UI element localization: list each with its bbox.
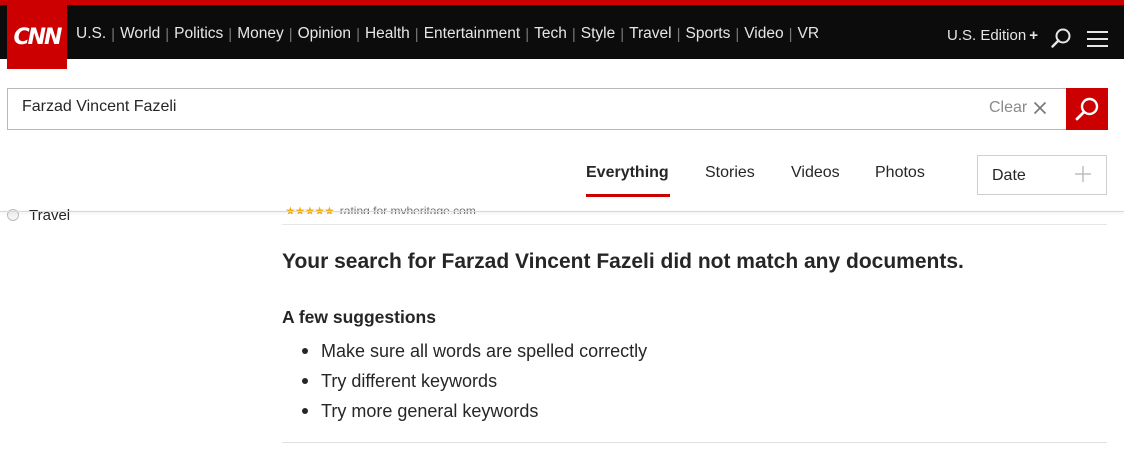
sort-date-dropdown[interactable]: Date [977, 155, 1107, 195]
divider [282, 442, 1107, 443]
nav-item-style[interactable]: Style [581, 25, 615, 43]
bullet-icon [302, 408, 308, 414]
nav-item-travel[interactable]: Travel [629, 25, 672, 43]
result-type-tabs: Everything Stories Videos Photos [0, 164, 1124, 204]
no-results-heading: Your search for Farzad Vincent Fazeli di… [282, 250, 964, 273]
tab-stories[interactable]: Stories [705, 164, 755, 182]
search-icon[interactable] [1050, 27, 1072, 49]
logo-text: CNN [13, 24, 63, 50]
nav-item-opinion[interactable]: Opinion [298, 25, 351, 43]
divider [282, 224, 1107, 225]
suggestion-text: Try more general keywords [321, 400, 539, 421]
nav-item-video[interactable]: Video [744, 25, 783, 43]
suggestion-text: Make sure all words are spelled correctl… [321, 340, 648, 361]
nav-item-sports[interactable]: Sports [686, 25, 731, 43]
edition-label: U.S. Edition [947, 27, 1027, 44]
nav-item-tech[interactable]: Tech [534, 25, 567, 43]
close-icon [1034, 101, 1047, 115]
nav-separator: | [735, 25, 740, 43]
previous-result-snippet: ★★★★★ rating for myheritage.com [285, 204, 476, 214]
nav-separator: | [288, 25, 293, 43]
nav-separator: | [676, 25, 681, 43]
nav-separator: | [165, 25, 170, 43]
nav-separator: | [525, 25, 530, 43]
suggestions-title: A few suggestions [282, 307, 436, 327]
nav-item-world[interactable]: World [120, 25, 160, 43]
sort-date-label: Date [992, 167, 1026, 184]
header-divider [0, 211, 1124, 212]
nav-separator: | [620, 25, 625, 43]
nav-item-us[interactable]: U.S. [76, 25, 106, 43]
search-icon [1075, 97, 1099, 121]
nav-separator: | [356, 25, 360, 43]
search-input[interactable] [22, 98, 922, 116]
nav-item-entertainment[interactable]: Entertainment [424, 25, 521, 43]
nav-separator: | [571, 25, 576, 43]
plus-icon [1075, 166, 1091, 182]
list-item: Make sure all words are spelled correctl… [302, 336, 647, 366]
active-tab-indicator [586, 194, 670, 197]
list-item: Try different keywords [302, 366, 647, 396]
tab-everything[interactable]: Everything [586, 164, 669, 182]
filter-item-travel[interactable]: Travel [7, 206, 70, 224]
suggestion-text: Try different keywords [321, 370, 498, 391]
nav-separator: | [414, 25, 419, 43]
hamburger-menu-icon[interactable] [1087, 31, 1108, 47]
filter-label: Travel [29, 206, 71, 224]
list-item: Try more general keywords [302, 396, 647, 426]
nav-separator: | [788, 25, 793, 43]
tab-photos[interactable]: Photos [875, 164, 925, 182]
edition-plus-icon: + [1029, 27, 1038, 44]
edition-selector[interactable]: U.S. Edition + [947, 27, 1038, 44]
nav-item-politics[interactable]: Politics [174, 25, 223, 43]
search-submit-button[interactable] [1066, 88, 1108, 130]
clear-label: Clear [989, 99, 1028, 116]
top-nav-bar: U.S. | World | Politics | Money | Opinio… [0, 0, 1124, 59]
search-box: Clear [7, 88, 1108, 130]
previous-result-text: rating for myheritage.com [339, 204, 476, 214]
rating-stars-icon: ★★★★★ [285, 204, 335, 214]
tab-videos[interactable]: Videos [791, 164, 840, 182]
cnn-logo[interactable]: CNN [7, 5, 67, 69]
clear-button[interactable]: Clear [989, 99, 1047, 117]
bullet-icon [302, 378, 308, 384]
main-nav: U.S. | World | Politics | Money | Opinio… [76, 23, 819, 45]
suggestions-list: Make sure all words are spelled correctl… [302, 336, 647, 426]
nav-item-health[interactable]: Health [365, 25, 410, 43]
nav-separator: | [111, 25, 116, 43]
nav-separator: | [228, 25, 233, 43]
nav-item-money[interactable]: Money [237, 25, 284, 43]
nav-item-vr[interactable]: VR [798, 25, 820, 43]
bullet-icon [302, 348, 308, 354]
